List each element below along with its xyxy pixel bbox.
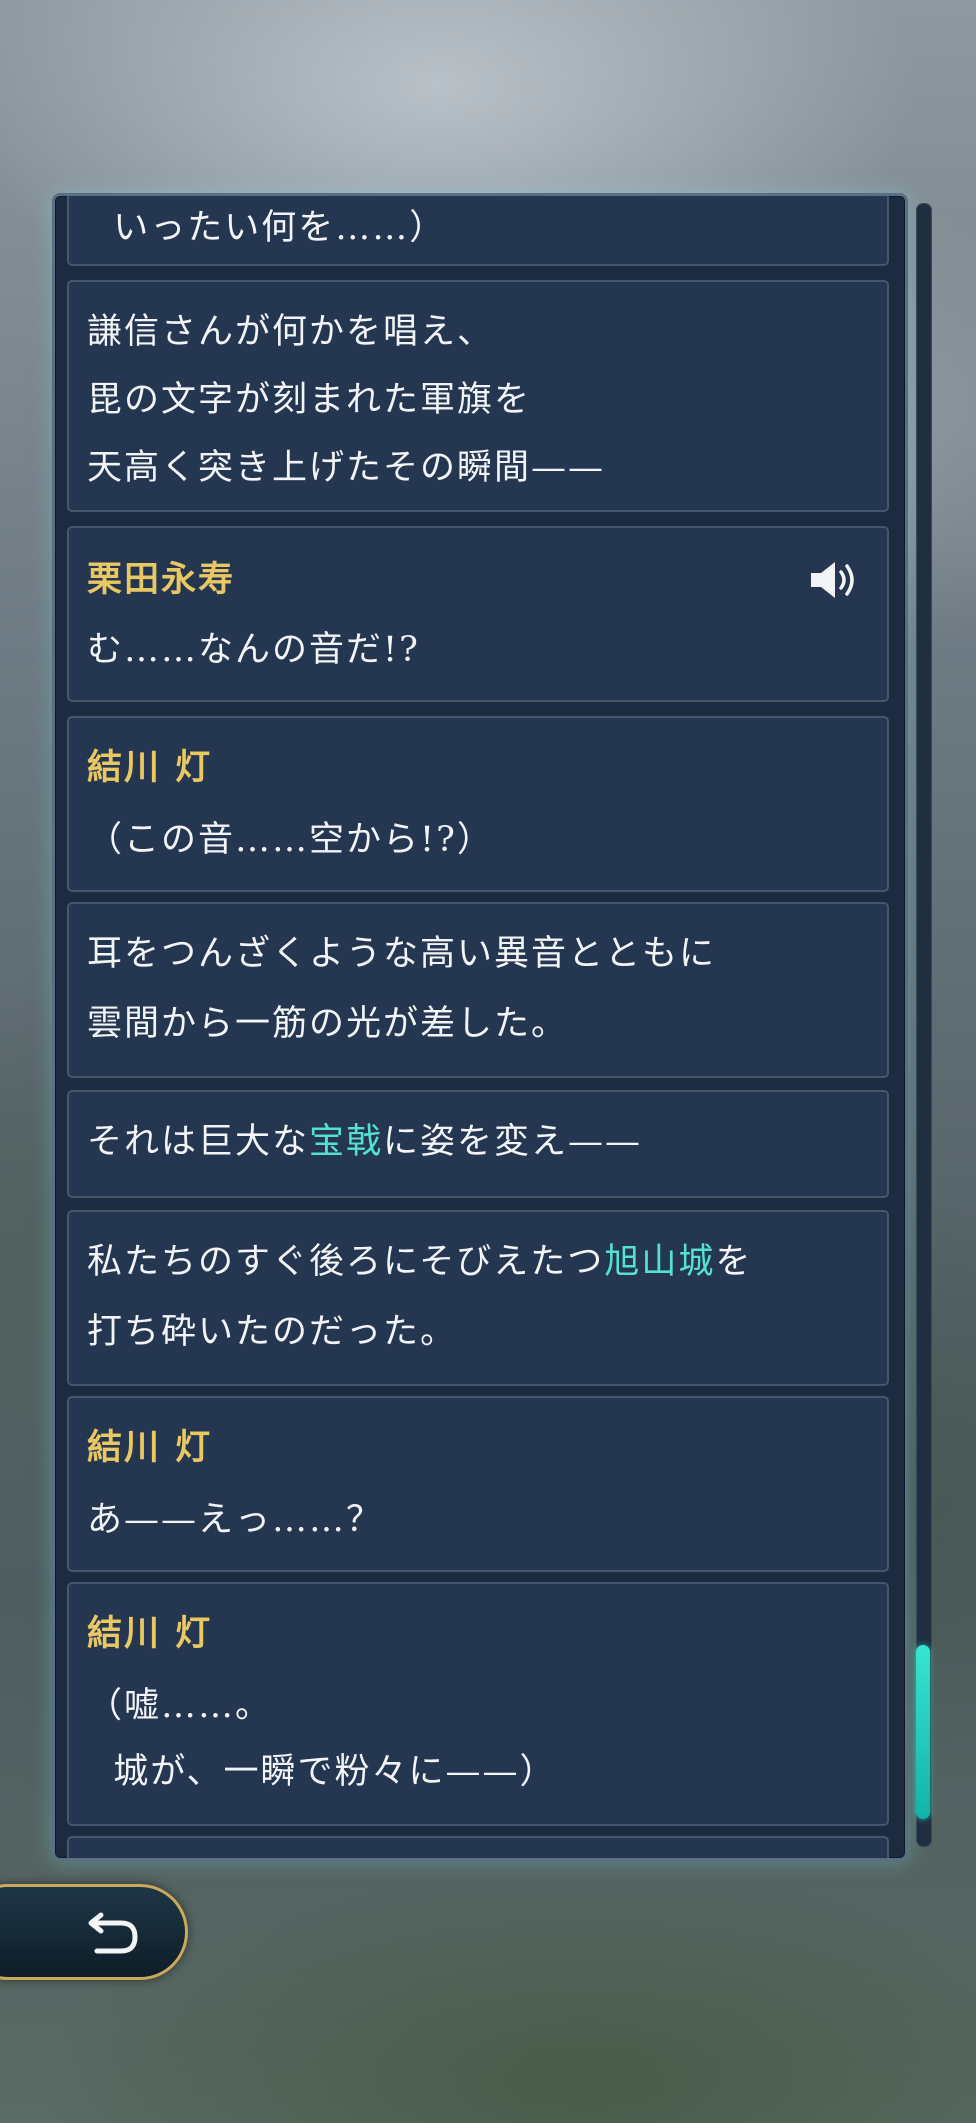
log-text-line: それは巨大な宝戟に姿を変え—— [87, 1106, 642, 1178]
log-text-line: 雲間から一筋の光が差した。 [87, 1004, 569, 1044]
log-text-line: あ——えっ……？ [87, 1500, 384, 1540]
log-entry: いったい何を……） [67, 196, 889, 266]
return-arrow-icon [88, 1912, 138, 1954]
back-button[interactable] [0, 1884, 188, 1980]
speaker-name: 結川 灯 [87, 1613, 213, 1654]
log-entry: 結川 灯 （嘘……。 城が、一瞬で粉々に——） [67, 1582, 889, 1826]
log-text-line: 謙信さんが何かを唱え、 [87, 312, 495, 352]
log-entry: 謙信さんが何かを唱え、 毘の文字が刻まれた軍旗を 天高く突き上げたその瞬間—— [67, 280, 889, 512]
log-text: 私たちのすぐ後ろにそびえたつ [87, 1242, 605, 1282]
speaker-name: 結川 灯 [87, 747, 213, 788]
log-entry [67, 1836, 889, 1858]
log-text-line: （嘘……。 [87, 1686, 273, 1726]
highlight-term[interactable]: 旭山城 [604, 1242, 715, 1282]
log-entry: 栗田永寿 む……なんの音だ!? [67, 526, 889, 702]
log-text: に姿を変え—— [383, 1122, 643, 1162]
log-text-line: 私たちのすぐ後ろにそびえたつ旭山城を [87, 1226, 752, 1298]
highlight-term[interactable]: 宝戟 [309, 1122, 383, 1162]
log-text-line: 耳をつんざくような高い異音とともに [87, 934, 717, 974]
backlog-list[interactable]: いったい何を……） 謙信さんが何かを唱え、 毘の文字が刻まれた軍旗を 天高く突き… [55, 196, 905, 1858]
log-text-line: 天高く突き上げたその瞬間—— [87, 448, 606, 488]
log-entry: それは巨大な宝戟に姿を変え—— [67, 1090, 889, 1198]
scrollbar-track[interactable] [916, 203, 932, 1847]
scrollbar-thumb[interactable] [916, 1645, 930, 1819]
log-entry: 結川 灯 （この音……空から!?） [67, 716, 889, 892]
log-entry: 結川 灯 あ——えっ……？ [67, 1396, 889, 1572]
log-text: を [715, 1242, 753, 1282]
log-entry: 私たちのすぐ後ろにそびえたつ旭山城を 打ち砕いたのだった。 [67, 1210, 889, 1386]
log-text-line: （この音……空から!?） [87, 820, 494, 860]
backlog-panel[interactable]: いったい何を……） 謙信さんが何かを唱え、 毘の文字が刻まれた軍旗を 天高く突き… [52, 193, 908, 1861]
log-text-line: 城が、一瞬で粉々に——） [87, 1752, 557, 1792]
speaker-name: 栗田永寿 [87, 559, 236, 600]
log-entry: 耳をつんざくような高い異音とともに 雲間から一筋の光が差した。 [67, 902, 889, 1078]
log-text-line: いったい何を……） [87, 208, 447, 248]
log-text-line: 毘の文字が刻まれた軍旗を [87, 380, 532, 420]
speaker-volume-icon[interactable] [807, 558, 859, 602]
log-text-line: 打ち砕いたのだった。 [87, 1312, 458, 1352]
speaker-name: 結川 灯 [87, 1427, 213, 1468]
log-text-line: む……なんの音だ!? [87, 630, 420, 670]
log-text: それは巨大な [87, 1122, 310, 1162]
